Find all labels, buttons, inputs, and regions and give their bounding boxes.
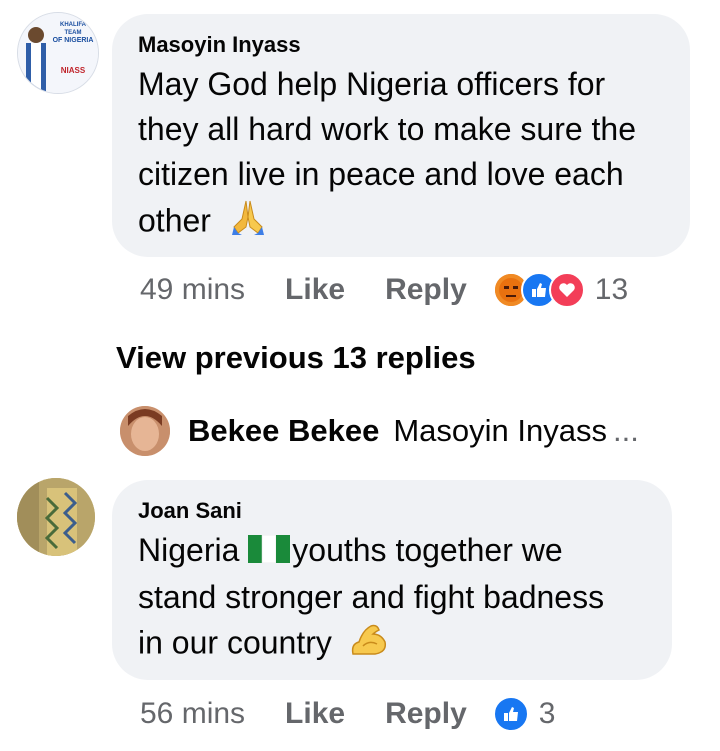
reply-preview[interactable]: Bekee Bekee Masoyin Inyass ... — [120, 406, 639, 456]
like-reaction-icon — [492, 696, 529, 732]
reaction-count[interactable]: 13 — [595, 273, 628, 307]
comment-line: citizen live in peace and love each — [138, 156, 624, 192]
avatar[interactable]: KHALIFA TEAM OF NIGERIA NIASS — [17, 12, 99, 94]
comment-author[interactable]: Joan Sani — [138, 498, 672, 524]
reply-author[interactable]: Bekee Bekee — [188, 413, 379, 449]
avatar-image — [17, 478, 95, 556]
comment-last-line: in our country — [138, 620, 672, 670]
comment-last-line: other — [138, 197, 690, 249]
avatar — [120, 406, 170, 456]
folded-hands-emoji — [228, 197, 268, 249]
comment-meta: 49 mins Like Reply 13 — [140, 272, 628, 308]
comment-author[interactable]: Masoyin Inyass — [138, 32, 690, 58]
love-reaction-icon — [548, 272, 585, 308]
comment-line: in our country — [138, 624, 332, 661]
reply-button[interactable]: Reply — [385, 273, 467, 307]
like-button[interactable]: Like — [285, 697, 345, 731]
comment-bubble: Joan Sani Nigeria youths together we sta… — [112, 480, 672, 680]
comment-timestamp[interactable]: 56 mins — [140, 697, 245, 731]
comment-line: May God help Nigeria officers for — [138, 66, 606, 102]
comment-timestamp[interactable]: 49 mins — [140, 273, 245, 307]
reply-preview-text: Masoyin Inyass — [393, 413, 607, 448]
flexed-biceps-emoji — [349, 620, 389, 670]
like-button[interactable]: Like — [285, 273, 345, 307]
comment-text-fragment: youths together we — [292, 532, 563, 568]
reaction-summary[interactable] — [492, 272, 585, 308]
reaction-summary[interactable] — [492, 696, 529, 732]
comment-meta: 56 mins Like Reply 3 — [140, 696, 555, 732]
comment-line: stand stronger and fight badness — [138, 579, 605, 616]
nigeria-flag-emoji — [248, 530, 291, 575]
comment-text: May God help Nigeria officers for they a… — [138, 62, 690, 249]
avatar[interactable] — [17, 478, 95, 556]
avatar-text: KHALIFA TEAM — [60, 22, 86, 36]
reply-ellipsis: ... — [612, 413, 639, 448]
avatar-text: OF NIGERIA — [52, 37, 94, 44]
avatar-image — [120, 406, 170, 456]
comment-text: Nigeria youths together we stand stronge… — [138, 528, 672, 670]
reaction-count[interactable]: 3 — [539, 697, 556, 731]
view-previous-replies-link[interactable]: View previous 13 replies — [116, 340, 476, 376]
comment-line: they all hard work to make sure the — [138, 111, 637, 147]
comment-bubble: Masoyin Inyass May God help Nigeria offi… — [112, 14, 690, 257]
comment-line: other — [138, 202, 211, 239]
comment-first-line: Nigeria youths together we — [138, 528, 672, 575]
reply-button[interactable]: Reply — [385, 697, 467, 731]
comment-text-fragment: Nigeria — [138, 532, 249, 568]
avatar-text: NIASS — [60, 66, 86, 75]
